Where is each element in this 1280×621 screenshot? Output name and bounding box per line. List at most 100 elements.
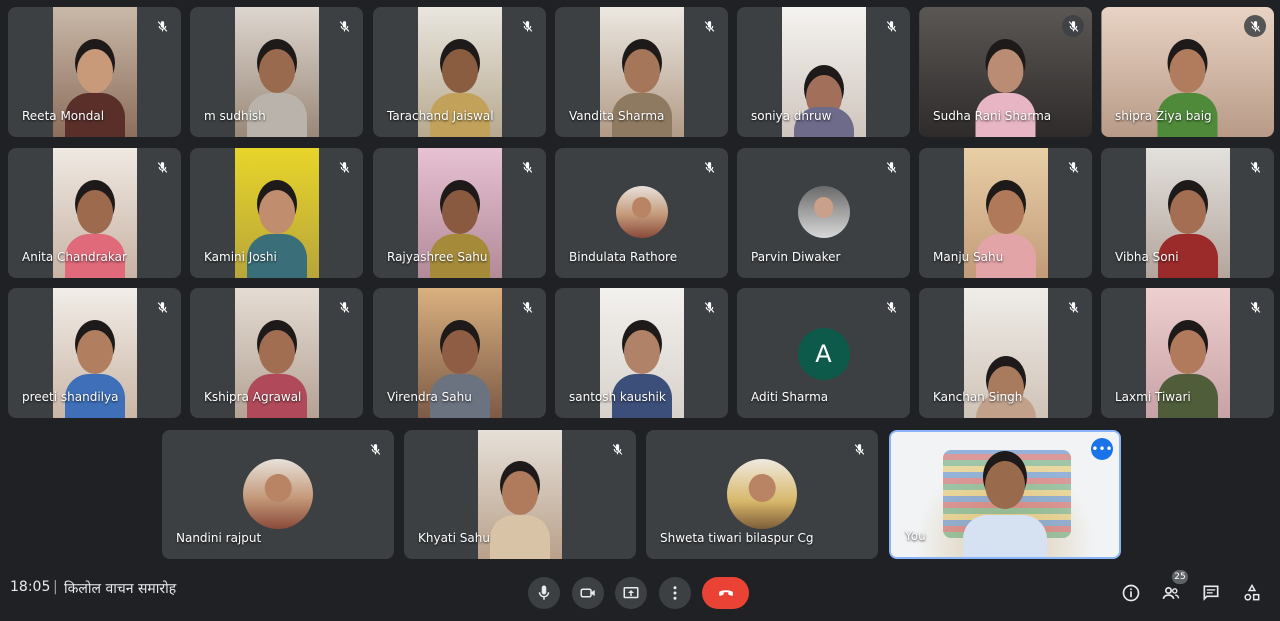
microphone-button[interactable] [528,577,560,609]
mic-off-icon [698,15,720,37]
avatar: A [797,328,850,380]
mic-off-icon [1062,156,1084,178]
participant-name: Vibha Soni [1115,250,1179,264]
participant-tile[interactable]: Sudha Rani Sharma [919,7,1092,137]
mic-off-icon [1244,296,1266,318]
mic-off-icon [151,156,173,178]
mic-off-icon [151,296,173,318]
participant-name: soniya dhruw [751,109,832,123]
mic-off-icon [880,156,902,178]
participant-name: Bindulata Rathore [569,250,678,264]
present-screen-icon [623,587,639,599]
participant-name: Reeta Mondal [22,109,105,123]
people-icon [1162,587,1180,599]
more-options-icon[interactable]: ••• [1091,438,1113,460]
mic-off-icon [364,438,386,460]
microphone-icon [538,585,550,600]
participant-tile[interactable]: Vandita Sharma [555,7,728,137]
participant-name: Tarachand Jaiswal [387,109,494,123]
participant-name: Nandini rajput [176,531,262,545]
participant-name: Shweta tiwari bilaspur Cg [660,531,814,545]
participant-name: You [905,529,926,543]
mic-off-icon [1244,15,1266,37]
more-vert-icon [673,586,677,600]
participant-count-badge: 25 [1172,570,1188,584]
participant-tile[interactable]: Anita Chandrakar [8,148,181,278]
mic-off-icon [1062,296,1084,318]
leave-call-button[interactable] [702,577,749,609]
participant-tile[interactable]: Virendra Sahu [373,288,546,418]
avatar [797,186,850,238]
participant-name: Laxmi Tiwari [1115,390,1191,404]
participant-name: Manju Sahu [933,250,1004,264]
clock: 18:05 [10,579,51,595]
participant-tile[interactable]: Khyati Sahu [404,430,636,559]
activities-icon [1244,584,1260,601]
participant-tile[interactable]: Laxmi Tiwari [1101,288,1274,418]
participant-tile[interactable]: shipra Ziya baig [1101,7,1274,137]
participant-tile[interactable]: santosh kaushik [555,288,728,418]
mic-off-icon [333,156,355,178]
mic-off-icon [516,296,538,318]
participant-tile[interactable]: preeti shandilya [8,288,181,418]
participant-name: Kshipra Agrawal [204,390,302,404]
mic-off-icon [516,15,538,37]
participant-tile[interactable]: Bindulata Rathore [555,148,728,278]
participant-name: Anita Chandrakar [22,250,127,264]
participant-tile[interactable]: Manju Sahu [919,148,1092,278]
participant-name: shipra Ziya baig [1115,109,1212,123]
mic-off-icon [880,296,902,318]
activities-button[interactable] [1240,581,1264,605]
mic-off-icon [880,15,902,37]
participant-tile[interactable]: Vibha Soni [1101,148,1274,278]
chat-button[interactable] [1199,581,1223,605]
participant-name: santosh kaushik [569,390,666,404]
camera-icon [580,588,595,598]
mic-off-icon [151,15,173,37]
avatar [727,459,797,529]
present-screen-button[interactable] [615,577,647,609]
info-icon [1122,584,1140,602]
participant-tile[interactable]: Tarachand Jaiswal [373,7,546,137]
participant-name: Virendra Sahu [387,390,472,404]
participant-name: Vandita Sharma [569,109,665,123]
phone-hangup-icon [718,590,733,596]
meeting-details-button[interactable] [1119,581,1143,605]
people-button[interactable] [1159,581,1183,605]
self-view-tile[interactable]: ••• You [889,430,1121,559]
more-options-button[interactable] [659,577,691,609]
participant-tile[interactable]: Shweta tiwari bilaspur Cg [646,430,878,559]
camera-button[interactable] [572,577,604,609]
participant-tile[interactable]: Kshipra Agrawal [190,288,363,418]
participant-tile[interactable]: m sudhish [190,7,363,137]
mic-off-icon [698,296,720,318]
mic-off-icon [1244,156,1266,178]
participant-name: preeti shandilya [22,390,119,404]
participant-tile[interactable]: soniya dhruw [737,7,910,137]
participant-tile[interactable]: Reeta Mondal [8,7,181,137]
participant-tile[interactable]: Kamini Joshi [190,148,363,278]
participant-name: Parvin Diwaker [751,250,841,264]
mic-off-icon [516,156,538,178]
mic-off-icon [848,438,870,460]
participant-video [478,430,562,559]
participant-name: Aditi Sharma [751,390,829,404]
participant-tile[interactable]: Parvin Diwaker [737,148,910,278]
chat-icon [1203,585,1219,601]
participant-name: Rajyashree Sahu [387,250,488,264]
avatar [243,459,313,529]
mic-off-icon [698,156,720,178]
avatar [615,186,668,238]
participant-name: Kamini Joshi [204,250,277,264]
participant-name: Sudha Rani Sharma [933,109,1052,123]
participant-tile[interactable]: A Aditi Sharma [737,288,910,418]
mic-off-icon [333,15,355,37]
mic-off-icon [333,296,355,318]
participant-tile[interactable]: Rajyashree Sahu [373,148,546,278]
participant-tile[interactable]: Nandini rajput [162,430,394,559]
participant-name: m sudhish [204,109,266,123]
participant-tile[interactable]: Kanchan Singh [919,288,1092,418]
divider: | [53,579,58,595]
mic-off-icon [606,438,628,460]
participant-name: Khyati Sahu [418,531,490,545]
